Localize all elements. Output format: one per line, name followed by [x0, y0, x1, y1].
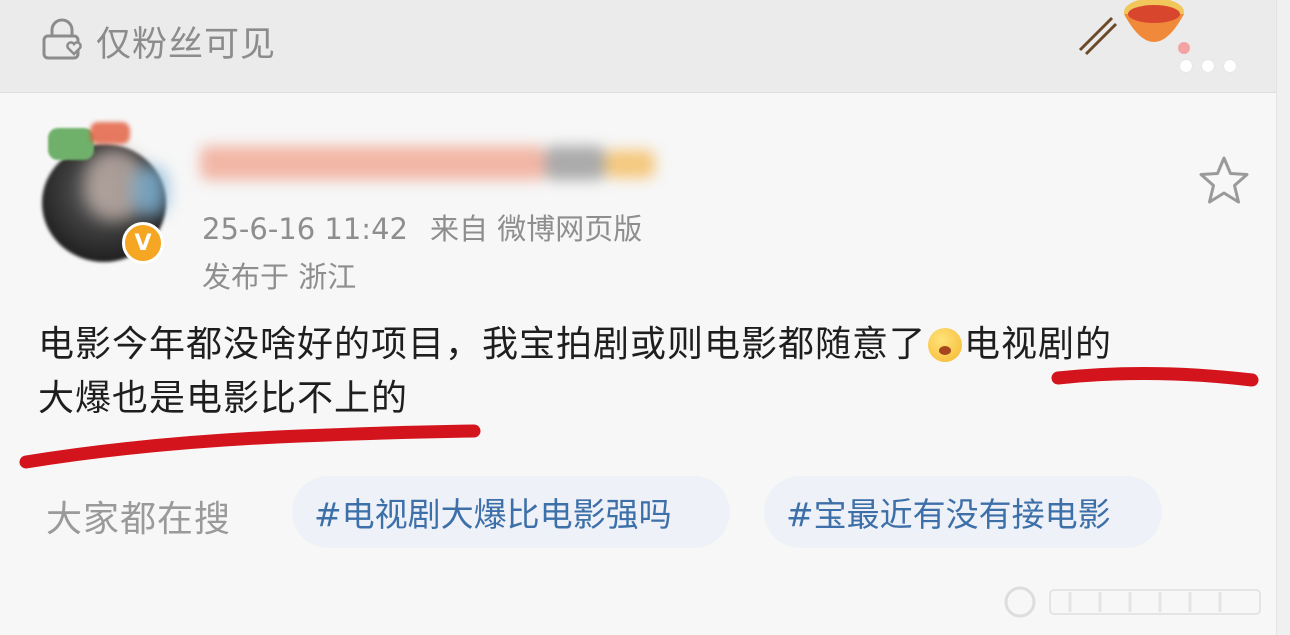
- star-icon[interactable]: [1198, 155, 1250, 205]
- hot-search-tag-2[interactable]: #宝最近有没有接电影: [764, 476, 1162, 548]
- post-meta: 25-6-16 11:42 来自 微博网页版: [202, 206, 642, 248]
- username-blurred[interactable]: [200, 140, 660, 186]
- post-timestamp: 25-6-16 11:42: [202, 212, 408, 246]
- post-header-bar: 仅粉丝可见: [0, 0, 1290, 93]
- post-source[interactable]: 来自 微博网页版: [430, 212, 642, 246]
- visibility-label: 仅粉丝可见: [96, 25, 277, 65]
- hot-search-label: 大家都在搜: [46, 499, 232, 540]
- post-line-1: 电影今年都没啥好的项目，我宝拍剧或则电影都随意了 电视剧的: [38, 324, 1113, 365]
- lock-heart-icon: [42, 18, 82, 60]
- verified-badge-icon: V: [122, 222, 164, 264]
- right-edge: [1276, 0, 1290, 635]
- hot-search-tag-1[interactable]: #电视剧大爆比电影强吗: [292, 476, 730, 548]
- watermark-logo: [1004, 586, 1261, 618]
- post-content: 电影今年都没啥好的项目，我宝拍剧或则电影都随意了 电视剧的 大爆也是电影比不上的: [38, 318, 1258, 426]
- cry-emoji-icon: [928, 328, 963, 362]
- post-location: 发布于 浙江: [202, 260, 357, 294]
- post-line-2: 大爆也是电影比不上的: [38, 378, 409, 419]
- more-dots-icon[interactable]: [1180, 60, 1236, 72]
- avatar[interactable]: V: [40, 122, 170, 264]
- noodle-bowl-decoration: [1078, 0, 1190, 56]
